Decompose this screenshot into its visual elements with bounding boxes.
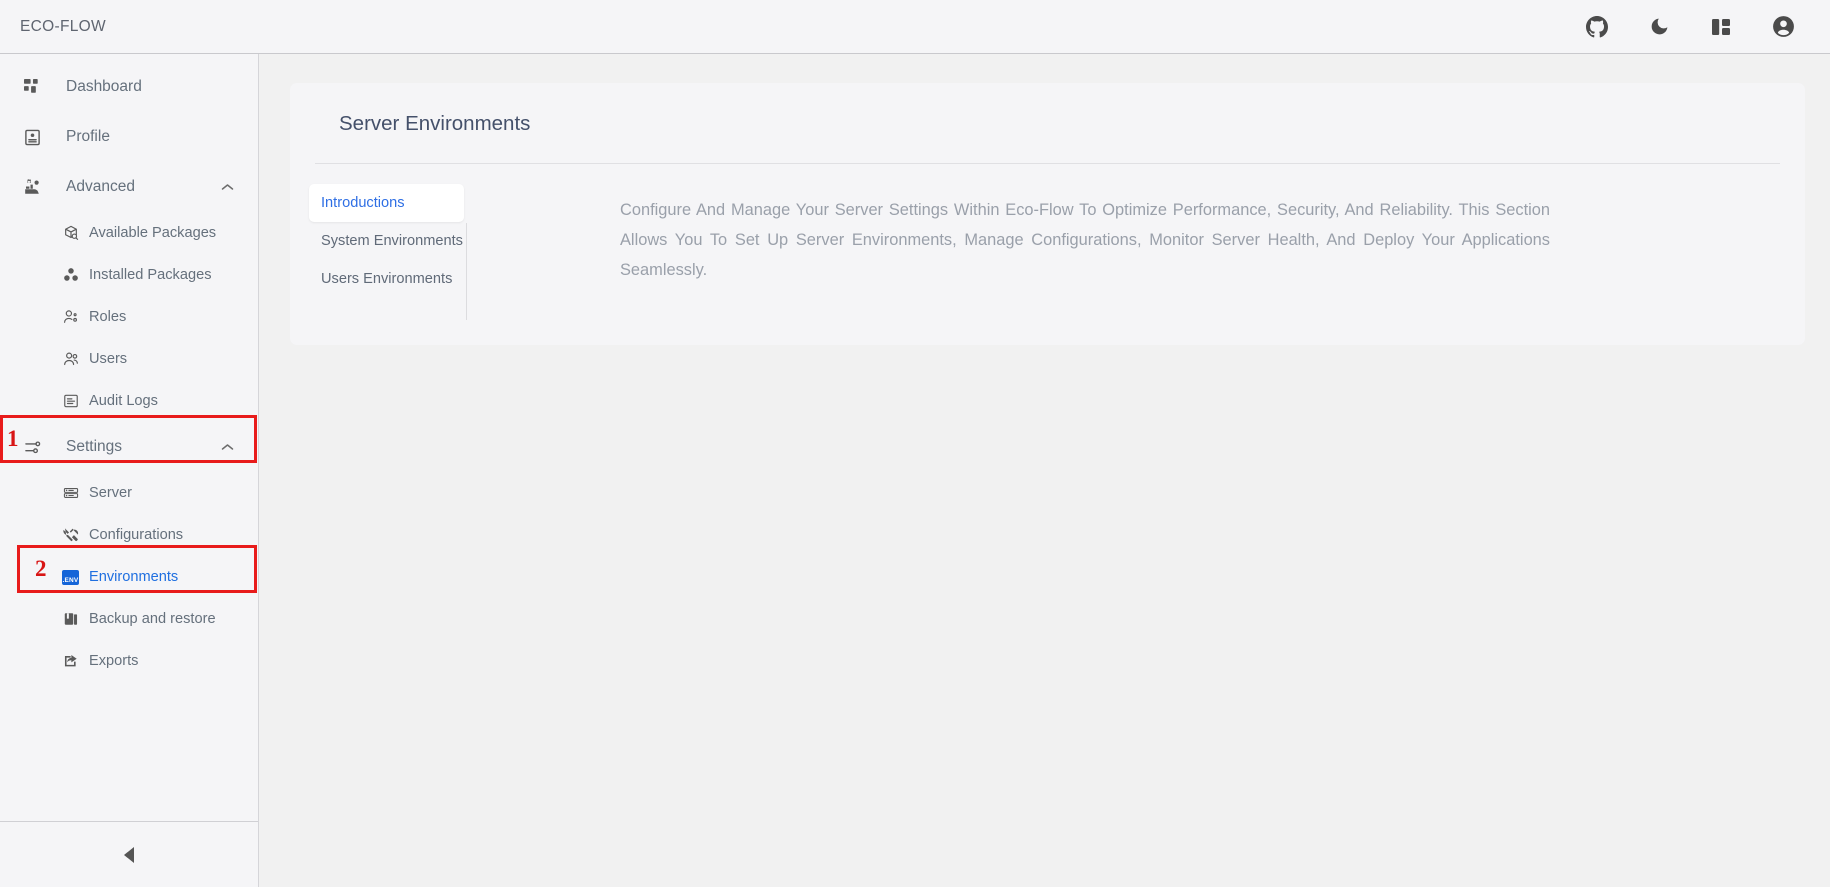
sidebar-item-label: Server: [89, 485, 132, 501]
sidebar-item-users[interactable]: Users: [0, 338, 258, 380]
server-icon: [62, 485, 79, 502]
app-root: ECO-FLOW Dashboard Profile Advanced Avai…: [0, 0, 1830, 887]
sidebar-item-server[interactable]: Server: [0, 472, 258, 514]
server-environments-card: Server Environments Introductions System…: [290, 83, 1805, 345]
tab-divider: [466, 223, 467, 320]
sidebar-item-profile[interactable]: Profile: [0, 112, 258, 162]
page-title: Server Environments: [339, 112, 531, 135]
sidebar-item-audit-logs[interactable]: Audit Logs: [0, 380, 258, 422]
sidebar-item-label: Profile: [66, 128, 110, 145]
card-divider: [315, 163, 1780, 164]
sidebar-item-installed-packages[interactable]: Installed Packages: [0, 254, 258, 296]
env-badge-label: .ENV: [62, 569, 79, 585]
sidebar-item-dashboard[interactable]: Dashboard: [0, 62, 258, 112]
sidebar-item-label: Users: [89, 351, 128, 367]
environment-tab-list: Introductions System Environments Users …: [309, 184, 464, 298]
package-search-icon: [62, 225, 79, 242]
packages-icon: [62, 267, 79, 284]
sidebar-footer: [0, 821, 258, 887]
sidebar-item-label: Dashboard: [66, 78, 142, 95]
sidebar-item-label: Configurations: [89, 527, 184, 543]
sidebar-item-label: Advanced: [66, 178, 135, 195]
sidebar-item-label: Backup and restore: [89, 611, 216, 627]
tab-users-environments[interactable]: Users Environments: [309, 260, 464, 298]
users-icon: [62, 351, 79, 368]
audit-logs-icon: [62, 393, 79, 410]
chevron-up-icon: [221, 438, 234, 456]
sidebar-item-exports[interactable]: Exports: [0, 640, 258, 682]
sidebar-item-label: Audit Logs: [89, 393, 158, 409]
configurations-icon: [62, 527, 79, 544]
roles-icon: [62, 309, 79, 326]
github-icon[interactable]: [1584, 14, 1610, 40]
moon-icon[interactable]: [1646, 14, 1672, 40]
chevron-up-icon: [221, 178, 234, 196]
layout-icon[interactable]: [1708, 14, 1734, 40]
tab-system-environments[interactable]: System Environments: [309, 222, 464, 260]
collapse-left-icon[interactable]: [114, 840, 144, 870]
sidebar-item-roles[interactable]: Roles: [0, 296, 258, 338]
dashboard-icon: [22, 78, 42, 96]
settings-sliders-icon: [22, 439, 42, 456]
sidebar-group-advanced[interactable]: Advanced: [0, 162, 258, 212]
sidebar-group-settings[interactable]: Settings: [0, 422, 258, 472]
main-content: Server Environments Introductions System…: [260, 55, 1830, 887]
sidebar-nav: Dashboard Profile Advanced Available Pac…: [0, 54, 258, 821]
sidebar-item-backup-and-restore[interactable]: Backup and restore: [0, 598, 258, 640]
exports-icon: [62, 653, 79, 670]
introduction-text: Configure And Manage Your Server Setting…: [620, 201, 1550, 279]
app-brand: ECO-FLOW: [20, 17, 106, 35]
advanced-icon: [22, 178, 42, 196]
sidebar-item-available-packages[interactable]: Available Packages: [0, 212, 258, 254]
sidebar-item-label: Installed Packages: [89, 267, 212, 283]
profile-icon: [22, 129, 42, 146]
top-bar: ECO-FLOW: [0, 0, 1830, 54]
sidebar-item-label: Settings: [66, 438, 123, 455]
account-icon[interactable]: [1770, 14, 1796, 40]
env-badge-icon: .ENV: [62, 569, 79, 586]
sidebar-item-environments[interactable]: .ENV Environments: [0, 556, 258, 598]
sidebar-item-configurations[interactable]: Configurations: [0, 514, 258, 556]
sidebar-item-label: Exports: [89, 653, 139, 669]
backup-icon: [62, 611, 79, 628]
sidebar-item-label: Environments: [89, 569, 179, 585]
sidebar-item-label: Roles: [89, 309, 127, 325]
tab-introductions[interactable]: Introductions: [309, 184, 464, 222]
sidebar: Dashboard Profile Advanced Available Pac…: [0, 54, 259, 887]
topbar-actions: [1584, 14, 1796, 40]
sidebar-item-label: Available Packages: [89, 225, 217, 241]
